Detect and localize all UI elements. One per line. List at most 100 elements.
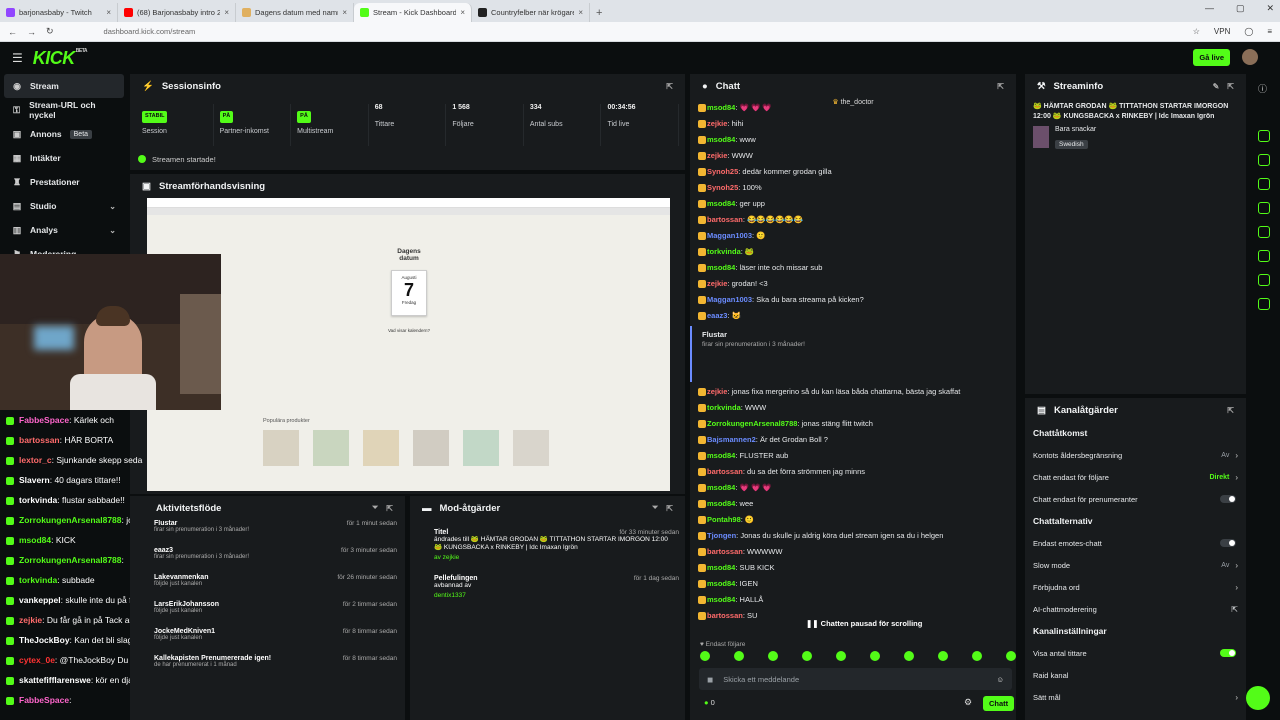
chat-message[interactable]: Tjongen: Jonas du skulle ju aldrig köra … <box>690 528 1016 544</box>
share-icon[interactable] <box>1258 298 1270 310</box>
popout-icon[interactable]: ⇱ <box>386 504 393 513</box>
filter-icon[interactable]: ⏷ <box>652 503 658 513</box>
url-field[interactable]: dashboard.kick.com/stream <box>104 27 196 36</box>
settings-icon[interactable]: ⚙ <box>964 697 972 708</box>
chat-user[interactable]: Pontah98 <box>707 515 741 524</box>
chat-message[interactable]: msod84: wee <box>690 496 1016 512</box>
chat-bubble-icon[interactable] <box>1258 202 1270 214</box>
chat-message[interactable]: zejkie: grodan! <3 <box>690 276 1016 292</box>
chat-message[interactable]: torkvinda: WWW <box>690 400 1016 416</box>
maximize-icon[interactable]: ▢ <box>1236 3 1245 14</box>
emote-icon[interactable] <box>734 651 744 661</box>
chevron-right-icon[interactable]: › <box>1235 583 1238 592</box>
chat-user[interactable]: msod84 <box>707 579 735 588</box>
chat-message[interactable]: Synoh25: dedär kommer grodan gilla <box>690 164 1016 180</box>
activity-item[interactable]: Flustar för 1 minut sedan firar sin prenum… <box>130 520 405 547</box>
external-link-icon[interactable]: ⇱ <box>1231 605 1238 614</box>
setting-row[interactable]: Chatt endast för följare Direkt › <box>1025 466 1246 488</box>
chat-message[interactable]: msod84: IGEN <box>690 576 1016 592</box>
chat-message[interactable]: msod84: läser inte och missar sub <box>690 260 1016 276</box>
activity-item[interactable]: JockeMedKniven1 för 8 timmar sedan följde … <box>130 628 405 655</box>
chat-user[interactable]: bartossan <box>707 215 743 224</box>
sidebar-item[interactable]: ◉ Stream <box>4 74 124 98</box>
minimize-icon[interactable]: — <box>1205 3 1214 14</box>
sidebar-item[interactable]: ▥ Analys ⌄ <box>0 218 128 242</box>
sidebar-item[interactable]: ▣ Annons Beta <box>0 122 128 146</box>
chat-user[interactable]: Tjongen <box>707 531 736 540</box>
close-icon[interactable]: ✕ <box>1266 3 1274 14</box>
activity-item[interactable]: LarsErikJohansson för 2 timmar sedan följd… <box>130 601 405 628</box>
setting-row[interactable]: Endast emotes-chatt <box>1025 532 1246 554</box>
chat-user[interactable]: bartossan <box>707 467 743 476</box>
filter-icon[interactable]: ⏷ <box>372 503 378 513</box>
chevron-down-icon[interactable]: ⌄ <box>109 226 116 235</box>
chat-user[interactable]: bartossan <box>707 547 743 556</box>
setting-row[interactable]: Förbjudna ord › <box>1025 576 1246 598</box>
browser-tab[interactable]: Stream - Kick Dashboard × <box>354 3 472 22</box>
mod-action-item[interactable]: Pellefulingen för 1 dag sedan avbannad av d… <box>410 571 685 607</box>
menu-icon[interactable]: ≡ <box>1267 27 1272 36</box>
chat-user[interactable]: torkvinda <box>707 403 741 412</box>
chat-message[interactable]: bartossan: du sa det förra strömmen jag … <box>690 464 1016 480</box>
close-tab-icon[interactable]: × <box>106 8 111 17</box>
emote-icon[interactable] <box>972 651 982 661</box>
chat-message[interactable]: msod84: 💗 💗 💗 <box>690 480 1016 496</box>
chat-user[interactable]: zejkie <box>707 119 727 128</box>
browser-tab[interactable]: Dagens datum med namnsdag... × <box>236 3 354 22</box>
broadcast-icon[interactable] <box>1258 226 1270 238</box>
chat-user[interactable]: msod84 <box>707 263 735 272</box>
chat-user[interactable]: Synoh25 <box>707 167 738 176</box>
stream-preview-video[interactable]: Populära produkter <box>147 198 670 491</box>
chevron-down-icon[interactable]: ⌄ <box>109 202 116 211</box>
setting-row[interactable]: AI-chattmoderering ⇱ <box>1025 598 1246 620</box>
popout-icon[interactable]: ⇱ <box>1227 406 1234 415</box>
chat-message[interactable]: Synoh25: 100% <box>690 180 1016 196</box>
close-tab-icon[interactable]: × <box>578 8 583 17</box>
emote-icon[interactable] <box>768 651 778 661</box>
activity-item[interactable]: Lakevanmenkan för 26 minuter sedan följde … <box>130 574 405 601</box>
chat-message[interactable]: torkvinda: 🐸 <box>690 244 1016 260</box>
setting-row[interactable]: Slow mode Av › <box>1025 554 1246 576</box>
back-icon[interactable]: ← <box>8 27 17 37</box>
sidebar-item[interactable]: ▦ Intäkter <box>0 146 128 170</box>
chat-user[interactable]: zejkie <box>707 151 727 160</box>
chat-message[interactable]: ZorrokungenArsenal8788: jonas stäng flit… <box>690 416 1016 432</box>
chat-user[interactable]: zejkie <box>707 387 727 396</box>
wrench-icon[interactable] <box>1258 274 1270 286</box>
chevron-right-icon[interactable]: › <box>1235 561 1238 570</box>
setting-row[interactable]: Raid kanal <box>1025 664 1246 686</box>
chat-user[interactable]: ZorrokungenArsenal8788 <box>707 419 797 428</box>
chat-message-input[interactable]: ◼ Skicka ett meddelande ☺ <box>699 668 1012 690</box>
chat-message[interactable]: msod84: SUB KICK <box>690 560 1016 576</box>
edit-icon[interactable]: ✎ <box>1213 82 1220 91</box>
account-icon[interactable]: ◯ <box>1244 27 1253 36</box>
sidebar-item[interactable]: ♜ Prestationer <box>0 170 128 194</box>
help-button[interactable] <box>1246 686 1270 710</box>
chat-user[interactable]: eaaz3 <box>707 311 727 320</box>
info-icon[interactable]: ⓘ <box>1258 82 1267 95</box>
chat-message[interactable]: msod84: 💗 💗 💗 <box>690 100 1016 116</box>
chat-user[interactable]: zejkie <box>707 279 727 288</box>
toggle-switch[interactable] <box>1220 539 1236 547</box>
browser-tab[interactable]: barjonasbaby - Twitch × <box>0 3 118 22</box>
chat-message[interactable]: msod84: HALLÅ <box>690 592 1016 608</box>
popout-icon[interactable]: ⇱ <box>666 82 673 91</box>
forward-icon[interactable]: → <box>27 27 36 37</box>
chevron-right-icon[interactable]: › <box>1235 693 1238 702</box>
browser-tab[interactable]: Countryfelber när krögare och f...× <box>472 3 590 22</box>
activity-item[interactable]: eaaz3 för 3 minuter sedan firar sin prenum… <box>130 547 405 574</box>
emote-icon[interactable] <box>870 651 880 661</box>
chat-message[interactable]: Bajsmannen2: Är det Grodan Boll ? <box>690 432 1016 448</box>
emote-icon[interactable] <box>938 651 948 661</box>
popout-icon[interactable]: ⇱ <box>666 504 673 513</box>
chat-user[interactable]: bartossan <box>707 611 743 620</box>
chat-user[interactable]: Synoh25 <box>707 183 738 192</box>
chat-message[interactable]: msod84: ger upp <box>690 196 1016 212</box>
toggle-switch[interactable] <box>1220 495 1236 503</box>
sidebar-item[interactable]: ⚿ Stream-URL och nyckel <box>0 98 128 122</box>
emote-icon[interactable] <box>904 651 914 661</box>
bookmark-icon[interactable]: ☆ <box>1193 27 1200 36</box>
close-tab-icon[interactable]: × <box>460 8 465 17</box>
chat-message[interactable]: bartossan: WWWWW <box>690 544 1016 560</box>
chevron-right-icon[interactable]: › <box>1235 451 1238 460</box>
